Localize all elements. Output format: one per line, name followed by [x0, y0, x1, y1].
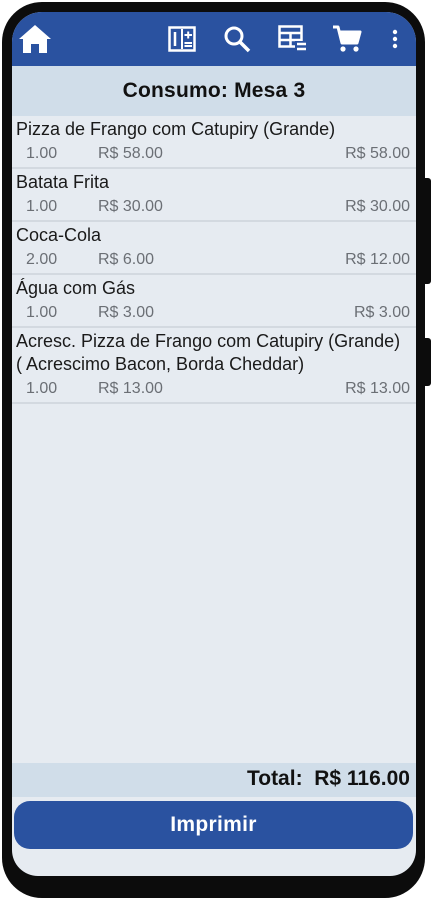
- page-title: Consumo: Mesa 3: [122, 79, 306, 102]
- list-item[interactable]: Acresc. Pizza de Frango com Catupiry (Gr…: [12, 328, 416, 404]
- item-unit-price: R$ 3.00: [98, 304, 155, 321]
- item-quantity: 1.00: [26, 380, 58, 397]
- order-total: Total: R$ 116.00: [246, 767, 410, 790]
- order-items-list: Pizza de Frango com Catupiry (Grande) 1.…: [12, 116, 416, 404]
- item-total: R$ 12.00: [345, 251, 410, 268]
- device: Consumo: Mesa 3 Pizza de Frango com Catu…: [0, 0, 431, 900]
- print-button-label: Imprimir: [170, 813, 257, 836]
- home-icon[interactable]: [18, 22, 52, 56]
- list-item[interactable]: Coca-Cola 2.00 R$ 6.00 R$ 12.00: [12, 222, 416, 275]
- item-quantity: 1.00: [26, 145, 58, 162]
- search-icon[interactable]: [220, 22, 254, 56]
- power-button: [425, 338, 431, 386]
- more-vert-icon[interactable]: [381, 22, 409, 56]
- top-app-bar: [12, 12, 416, 66]
- table-grid-icon[interactable]: [276, 22, 310, 56]
- item-name: Batata Frita: [16, 172, 110, 192]
- consumption-header: Consumo: Mesa 3: [12, 66, 416, 116]
- list-item[interactable]: Batata Frita 1.00 R$ 30.00 R$ 30.00: [12, 169, 416, 222]
- item-name: Coca-Cola: [16, 225, 102, 245]
- list-item[interactable]: Pizza de Frango com Catupiry (Grande) 1.…: [12, 116, 416, 169]
- item-total: R$ 3.00: [353, 304, 410, 321]
- item-unit-price: R$ 58.00: [98, 145, 163, 162]
- item-quantity: 2.00: [26, 251, 58, 268]
- print-button[interactable]: Imprimir: [14, 801, 413, 849]
- item-quantity: 1.00: [26, 198, 58, 215]
- total-bar: Total: R$ 116.00: [12, 763, 416, 797]
- item-quantity: 1.00: [26, 304, 58, 321]
- item-total: R$ 13.00: [345, 380, 410, 397]
- app-screen: Consumo: Mesa 3 Pizza de Frango com Catu…: [12, 12, 416, 876]
- cart-icon[interactable]: [330, 22, 364, 56]
- item-unit-price: R$ 13.00: [98, 380, 163, 397]
- item-total: R$ 58.00: [345, 145, 410, 162]
- item-name: Acresc. Pizza de Frango com Catupiry (Gr…: [16, 331, 401, 374]
- item-unit-price: R$ 6.00: [98, 251, 155, 268]
- item-unit-price: R$ 30.00: [98, 198, 163, 215]
- item-total: R$ 30.00: [345, 198, 410, 215]
- item-name: Pizza de Frango com Catupiry (Grande): [16, 119, 336, 139]
- calculator-icon[interactable]: [165, 22, 199, 56]
- volume-button: [425, 178, 431, 284]
- list-item[interactable]: Água com Gás 1.00 R$ 3.00 R$ 3.00: [12, 275, 416, 328]
- item-name: Água com Gás: [16, 278, 136, 298]
